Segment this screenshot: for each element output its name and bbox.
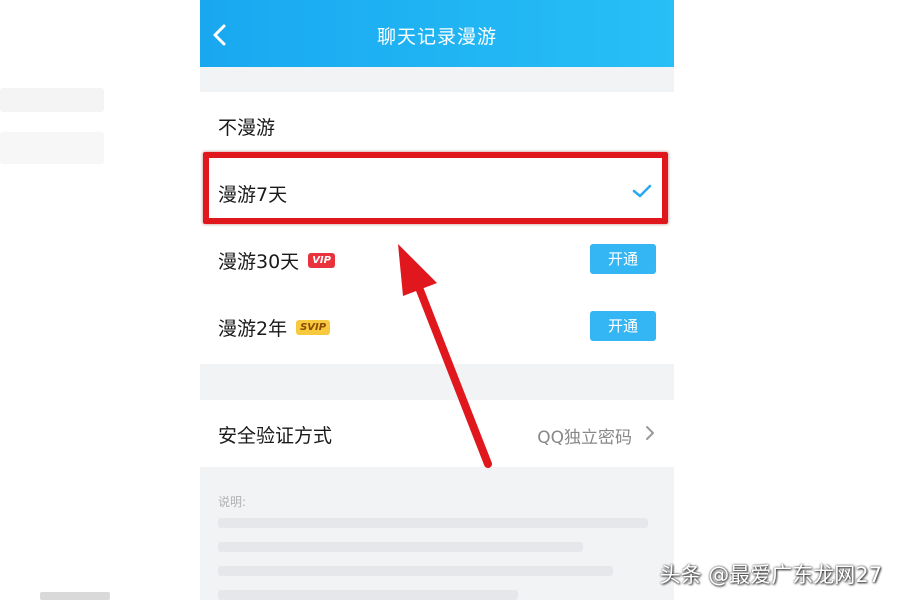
notes-line bbox=[218, 542, 583, 552]
notes-line bbox=[218, 590, 518, 600]
notes-line bbox=[218, 518, 648, 528]
page-title: 聊天记录漫游 bbox=[376, 26, 497, 48]
option-label: 漫游2年 bbox=[218, 318, 288, 340]
faded-text-block bbox=[0, 132, 104, 164]
option-roam-7-days[interactable]: 漫游7天 bbox=[200, 159, 674, 226]
background-left bbox=[0, 0, 200, 600]
security-verification-row[interactable]: 安全验证方式 QQ独立密码 bbox=[200, 400, 674, 467]
option-roam-2-years[interactable]: 漫游2年 SVIP 开通 bbox=[200, 293, 674, 360]
open-svip-button[interactable]: 开通 bbox=[590, 311, 656, 341]
option-label: 不漫游 bbox=[218, 117, 276, 139]
option-roam-30-days[interactable]: 漫游30天 VIP 开通 bbox=[200, 226, 674, 293]
svip-badge: SVIP bbox=[296, 320, 331, 335]
option-no-roam[interactable]: 不漫游 bbox=[200, 92, 674, 159]
check-icon bbox=[632, 184, 652, 198]
option-label: 漫游30天 bbox=[218, 251, 300, 273]
security-label: 安全验证方式 bbox=[218, 425, 333, 447]
watermark: 头条 @最爱广东龙网27 bbox=[659, 563, 882, 587]
open-vip-button[interactable]: 开通 bbox=[590, 244, 656, 274]
notes-title: 说明: bbox=[218, 495, 247, 509]
faded-image-edge bbox=[40, 592, 110, 600]
option-label: 漫游7天 bbox=[218, 184, 288, 206]
roam-options-group: 不漫游 漫游7天 漫游30天 VIP 开通 漫游2年 SVIP 开通 bbox=[200, 92, 674, 364]
phone-screen: 聊天记录漫游 不漫游 漫游7天 漫游30天 VIP 开通 漫游2年 SVIP 开… bbox=[200, 0, 674, 600]
faded-text-block bbox=[0, 88, 104, 112]
vip-badge: VIP bbox=[308, 253, 335, 268]
security-value: QQ独立密码 bbox=[537, 428, 632, 448]
navigation-bar: 聊天记录漫游 bbox=[200, 0, 674, 67]
chevron-right-icon bbox=[646, 426, 654, 440]
notes-line bbox=[218, 566, 613, 576]
